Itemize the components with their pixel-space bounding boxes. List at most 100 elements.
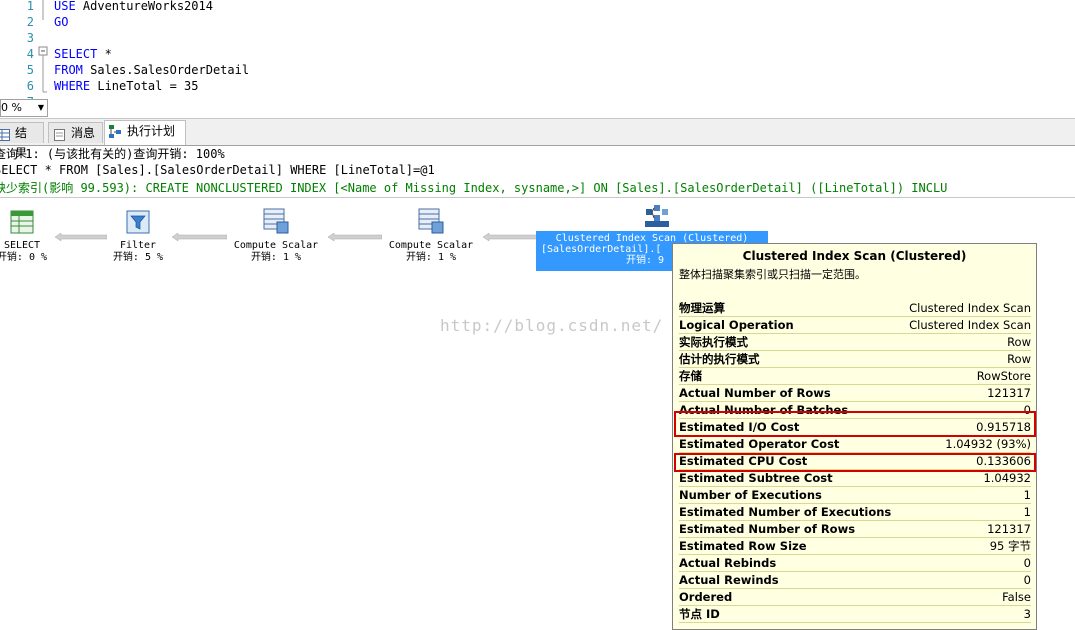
property-value: 3 [1023, 607, 1031, 621]
query-cost-line: 查询 1: (与该批有关的)查询开销: 100% [0, 147, 225, 161]
line-number: 1 [26, 0, 34, 13]
property-name: Logical Operation [679, 318, 794, 332]
grid-icon [0, 127, 10, 141]
property-row: Ordered False [679, 589, 1031, 606]
code-line: FROM Sales.SalesOrderDetail [54, 63, 249, 77]
sql-text: Sales.SalesOrderDetail [82, 63, 250, 77]
execution-plan-icon [109, 125, 122, 138]
zoom-value: 0 % [1, 101, 22, 114]
missing-index-hint[interactable]: 缺少索引(影响 99.593): CREATE NONCLUSTERED IND… [0, 179, 947, 196]
line-number: 2 [26, 15, 34, 29]
sql-keyword: GO [54, 15, 69, 29]
plan-arrow [328, 233, 382, 241]
sql-keyword: USE [54, 0, 76, 13]
tooltip-description: 整体扫描聚集索引或只扫描一定范围。 [679, 268, 866, 281]
property-value: 95 字节 [989, 539, 1031, 553]
property-name: Estimated Row Size [679, 539, 807, 553]
node-cost: 开销: 0 % [0, 252, 48, 263]
property-value: Row [1007, 352, 1031, 366]
property-name: Estimated Number of Executions [679, 505, 892, 519]
tab-execution-plan[interactable]: 执行计划 [104, 120, 186, 145]
property-value: 1.04932 (93%) [945, 437, 1031, 451]
code-line: GO [54, 15, 68, 29]
property-row: 实际执行模式 Row [679, 334, 1031, 351]
node-cost: 开销: 5 % [112, 252, 164, 263]
compute-scalar-icon [383, 208, 479, 238]
property-row: Estimated Row Size 95 字节 [679, 538, 1031, 555]
select-icon [0, 210, 52, 238]
zoom-dropdown[interactable]: 0 % ▼ [0, 99, 48, 117]
property-value: 1 [1023, 488, 1031, 502]
plan-arrow [172, 233, 227, 241]
tab-label: 执行计划 [127, 124, 176, 138]
tab-messages[interactable]: 消息 [48, 122, 103, 143]
property-value: False [1002, 590, 1031, 604]
plan-node-compute-scalar[interactable]: Compute Scalar 开销: 1 % [383, 208, 479, 264]
property-name: Estimated Subtree Cost [679, 471, 833, 485]
property-name: 物理运算 [679, 301, 725, 315]
code-line: SELECT * [54, 47, 112, 61]
line-number: 6 [26, 79, 34, 93]
property-row: 估计的执行模式 Row [679, 351, 1031, 368]
node-cost: 开销: 1 % [250, 252, 302, 263]
property-row: 节点 ID 3 [679, 606, 1031, 623]
property-row: Logical Operation Clustered Index Scan [679, 317, 1031, 334]
property-row: Number of Executions 1 [679, 487, 1031, 504]
line-number: 3 [26, 31, 34, 45]
property-name: Estimated Number of Rows [679, 522, 856, 536]
property-value: RowStore [976, 369, 1031, 383]
property-row: Actual Rewinds 0 [679, 572, 1031, 589]
node-name: Compute Scalar [388, 240, 474, 251]
line-number: 5 [26, 63, 34, 77]
node-name: Filter [119, 240, 157, 251]
compute-scalar-icon [228, 208, 324, 238]
property-name: 节点 ID [679, 607, 720, 621]
code-outline-markers [38, 0, 48, 100]
property-row: Estimated Operator Cost 1.04932 (93%) [679, 436, 1031, 453]
plan-arrow [55, 233, 107, 241]
chevron-down-icon: ▼ [37, 103, 44, 112]
property-value: Clustered Index Scan [909, 318, 1031, 332]
property-row: 存储 RowStore [679, 368, 1031, 385]
sql-text: AdventureWorks2014 [75, 0, 213, 13]
code-line: WHERE LineTotal = 35 [54, 79, 199, 93]
sql-keyword: SELECT [54, 47, 98, 61]
highlight-cpu-cost [674, 453, 1036, 472]
operator-properties-tooltip: Clustered Index Scan (Clustered) 整体扫描聚集索… [672, 243, 1037, 630]
sql-editor[interactable]: 1 2 3 4 5 6 7 USE AdventureWorks2014 GO … [0, 0, 1075, 100]
results-tab-bar: 结果 消息 执行计划 [0, 118, 1075, 160]
plan-node-select[interactable]: SELECT 开销: 0 % [0, 210, 52, 264]
property-name: 估计的执行模式 [679, 352, 760, 366]
property-name: 实际执行模式 [679, 335, 748, 349]
divider [0, 197, 1075, 198]
property-name: 存储 [679, 369, 702, 383]
line-number: 4 [26, 47, 34, 61]
watermark-text: http://blog.csdn.net/ [440, 316, 664, 335]
filter-icon [104, 210, 172, 238]
message-icon [53, 127, 66, 141]
property-row: Actual Number of Rows 121317 [679, 385, 1031, 402]
node-cost: 开销: 1 % [405, 252, 457, 263]
property-value: Clustered Index Scan [909, 301, 1031, 315]
plan-node-filter[interactable]: Filter 开销: 5 % [104, 210, 172, 264]
property-row: Actual Rebinds 0 [679, 555, 1031, 572]
property-row: 物理运算 Clustered Index Scan [679, 300, 1031, 317]
property-name: Number of Executions [679, 488, 822, 502]
query-text-line: SELECT * FROM [Sales].[SalesOrderDetail]… [0, 163, 435, 177]
property-value: 1 [1023, 505, 1031, 519]
property-value: 1.04932 [983, 471, 1031, 485]
tab-results[interactable]: 结果 [0, 122, 44, 160]
node-name: SELECT [3, 240, 41, 251]
node-name: Compute Scalar [233, 240, 319, 251]
sql-text: * [97, 47, 112, 61]
property-row: Estimated Subtree Cost 1.04932 [679, 470, 1031, 487]
tab-label: 消息 [71, 126, 96, 140]
clustered-index-scan-icon [644, 203, 672, 233]
sql-keyword: FROM [54, 63, 83, 77]
property-name: Actual Rebinds [679, 556, 777, 570]
plan-node-compute-scalar[interactable]: Compute Scalar 开销: 1 % [228, 208, 324, 264]
property-value: 121317 [987, 386, 1031, 400]
sql-text: LineTotal = 35 [90, 79, 199, 93]
property-name: Ordered [679, 590, 733, 604]
property-name: Estimated Operator Cost [679, 437, 840, 451]
